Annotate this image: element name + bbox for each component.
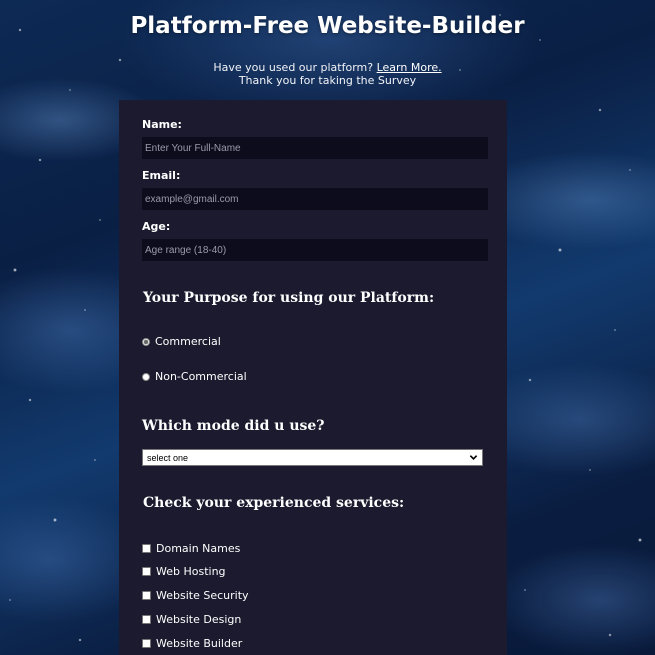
checkbox-label: Website Design — [156, 612, 242, 626]
thanks-text: Thank you for taking the Survey — [238, 74, 417, 87]
checkbox[interactable] — [142, 567, 151, 577]
age-label: Age: — [142, 220, 171, 233]
services-heading: Check your experienced services: — [143, 495, 405, 511]
checkbox[interactable] — [142, 591, 151, 601]
age-input[interactable] — [142, 239, 488, 261]
radio-label-non-commercial: Non-Commercial — [155, 370, 247, 383]
page-header: Platform-Free Website-Builder Have you u… — [0, 0, 655, 87]
intro-question: Have you used our platform? — [213, 61, 377, 74]
mode-select[interactable]: select one — [142, 449, 483, 466]
checkbox-label: Website Security — [156, 589, 249, 603]
email-input[interactable] — [142, 188, 488, 210]
checkbox-website-security[interactable]: Website Security — [142, 589, 488, 603]
checkbox-website-builder[interactable]: Website Builder — [142, 636, 488, 650]
radio-commercial[interactable]: Commercial — [142, 335, 488, 348]
checkbox-label: Web Hosting — [156, 565, 226, 579]
checkbox-web-hosting[interactable]: Web Hosting — [142, 565, 488, 579]
radio-label-commercial: Commercial — [155, 335, 221, 348]
email-label: Email: — [142, 169, 181, 182]
checkbox[interactable] — [142, 543, 151, 553]
radio-non-commercial[interactable]: Non-Commercial — [142, 370, 488, 383]
name-label: Name: — [142, 118, 182, 131]
learn-more-link[interactable]: Learn More. — [377, 61, 442, 74]
checkbox-domain-names[interactable]: Domain Names — [142, 541, 488, 555]
chevron-down-icon — [469, 455, 478, 460]
services-checklist: Domain Names Web Hosting Website Securit… — [142, 541, 488, 650]
survey-form: Name: Email: Age: Your Purpose for using… — [119, 100, 507, 655]
name-input[interactable] — [142, 137, 488, 159]
checkbox-website-design[interactable]: Website Design — [142, 612, 488, 626]
mode-heading: Which mode did u use? — [142, 418, 325, 434]
purpose-heading: Your Purpose for using our Platform: — [143, 290, 435, 306]
intro-text: Have you used our platform? Learn More. … — [0, 61, 655, 87]
mode-select-value: select one — [147, 452, 189, 463]
radio-button-checked[interactable] — [142, 337, 150, 346]
checkbox[interactable] — [142, 638, 151, 648]
checkbox-label: Domain Names — [156, 541, 241, 555]
checkbox[interactable] — [142, 614, 151, 624]
radio-button[interactable] — [142, 372, 150, 381]
page-title: Platform-Free Website-Builder — [130, 13, 525, 39]
checkbox-label: Website Builder — [156, 636, 243, 650]
